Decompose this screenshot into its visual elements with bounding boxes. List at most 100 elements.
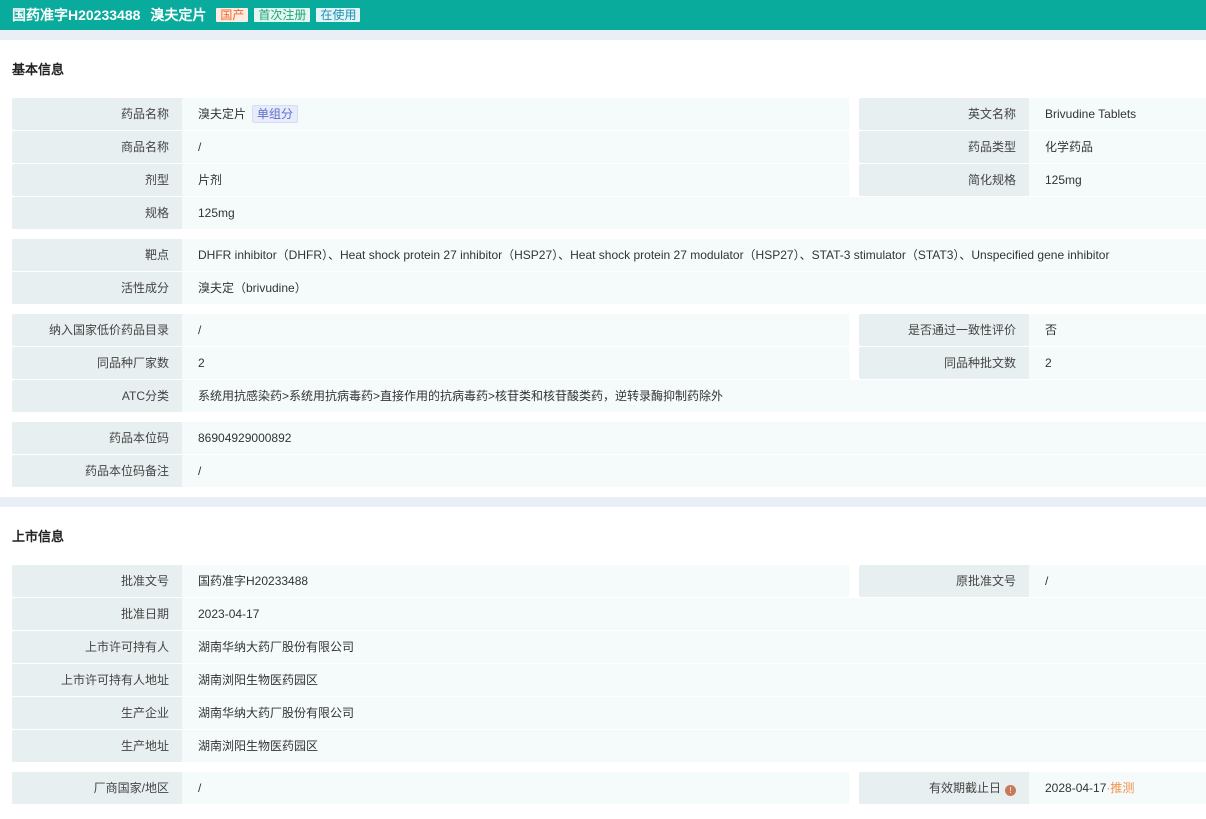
field-value: / [182,131,849,163]
section-separator [0,497,1206,507]
field-label: 同品种批文数 [859,347,1029,379]
field-label: 商品名称 [12,131,182,163]
field-value-text: / [198,781,202,795]
field-value: 湖南浏阳生物医药园区 [182,730,1206,762]
field-value: 125mg [182,197,1206,229]
estimated-note: ·推测 [1106,781,1135,795]
field-value: 湖南浏阳生物医药园区 [182,664,1206,696]
field-row: 厂商国家/地区 / 有效期截止日! 2028-04-17·推测 [12,772,1206,804]
field-value-text: 86904929000892 [198,431,292,445]
status-tag: 国产 [216,8,249,22]
field-row: 生产地址 湖南浏阳生物医药园区 [12,730,1206,762]
field-row: 纳入国家低价药品目录 / 是否通过一致性评价 否 [12,314,1206,346]
section-title: 上市信息 [12,529,65,544]
field-group: 批准文号 国药准字H20233488 原批准文号 / 批准日期 2023-04-17 上市许… [12,565,1206,762]
field-row: 药品本位码 86904929000892 [12,422,1206,454]
field-value: 化学药品 [1029,131,1206,163]
field-value-text: 湖南浏阳生物医药园区 [198,673,319,687]
field-label-text: 原批准文号 [955,574,1016,588]
field-value: 片剂 [182,164,849,196]
field-row: 批准文号 国药准字H20233488 原批准文号 / [12,565,1206,597]
field-value-text: 125mg [1045,173,1082,187]
field-row: 药品本位码备注 / [12,455,1206,487]
field-label-text: 同品种批文数 [943,356,1016,370]
field-value-text: 片剂 [198,173,223,187]
field-row: 上市许可持有人 湖南华纳大药厂股份有限公司 [12,631,1206,663]
field-label: 原批准文号 [859,565,1029,597]
field-value-text: 溴夫定片 [198,107,247,121]
field-value-text: 125mg [198,206,235,220]
field-value: 湖南华纳大药厂股份有限公司 [182,697,1206,729]
field-label: 药品本位码 [12,422,182,454]
field-group: 纳入国家低价药品目录 / 是否通过一致性评价 否同品种厂家数 2 同品种批文数 2 ATC分类… [12,314,1206,412]
field-label: 同品种厂家数 [12,347,182,379]
field-value: / [182,455,1206,487]
field-value: 溴夫定（brivudine） [182,272,1206,304]
field-row: 规格 125mg [12,197,1206,229]
field-label-text: 有效期截止日 [928,781,1001,795]
field-value-text: 国药准字H20233488 [198,574,309,588]
field-row: 商品名称 / 药品类型 化学药品 [12,131,1206,163]
section-1: 上市信息批准文号 国药准字H20233488 原批准文号 / 批准日期 2023-04-1… [0,507,1206,804]
section-title: 基本信息 [12,62,65,77]
composition-badge: 单组分 [252,105,299,123]
field-label: 纳入国家低价药品目录 [12,314,182,346]
field-label: 生产企业 [12,697,182,729]
field-value: 2028-04-17·推测 [1029,772,1206,804]
field-label: 上市许可持有人地址 [12,664,182,696]
field-label: 批准文号 [12,565,182,597]
field-value-text: / [1045,574,1049,588]
field-value: 86904929000892 [182,422,1206,454]
field-label: 药品名称 [12,98,182,130]
field-label: 剂型 [12,164,182,196]
field-value-text: 2 [1045,356,1052,370]
field-label: 活性成分 [12,272,182,304]
field-label: 靶点 [12,239,182,271]
field-label-text: 简化规格 [967,173,1016,187]
drug-name-title: 溴夫定片 [150,7,207,23]
field-label-text: 英文名称 [967,107,1016,121]
field-label: 药品类型 [859,131,1029,163]
field-row: 同品种厂家数 2 同品种批文数 2 [12,347,1206,379]
field-label: 是否通过一致性评价 [859,314,1029,346]
field-value: / [182,314,849,346]
field-value-text: 2023-04-17 [198,607,260,621]
status-tag: 在使用 [316,8,361,22]
field-group: 靶点 DHFR inhibitor（DHFR）、Heat shock protei… [12,239,1206,304]
field-value: 125mg [1029,164,1206,196]
info-icon[interactable]: ! [1005,785,1016,796]
field-value-text: 2028-04-17 [1045,781,1107,795]
field-label: 生产地址 [12,730,182,762]
field-value: 否 [1029,314,1206,346]
field-row: ATC分类 系统用抗感染药>系统用抗病毒药>直接作用的抗病毒药>核苷类和核苷酸类药… [12,380,1206,412]
field-value-text: 化学药品 [1045,140,1094,154]
field-label: 有效期截止日! [859,772,1029,804]
approval-number-title: 国药准字H20233488 [12,7,141,23]
field-row: 批准日期 2023-04-17 [12,598,1206,630]
field-row: 靶点 DHFR inhibitor（DHFR）、Heat shock protei… [12,239,1206,271]
field-row: 药品名称 溴夫定片 单组分 英文名称 Brivudine Tablets [12,98,1206,130]
field-row: 活性成分 溴夫定（brivudine） [12,272,1206,304]
field-label-text: 是否通过一致性评价 [907,323,1016,337]
field-group: 厂商国家/地区 / 有效期截止日! 2028-04-17·推测 [12,772,1206,804]
field-value-text: / [198,464,202,478]
field-label-text: 药品类型 [967,140,1016,154]
field-group: 药品名称 溴夫定片 单组分 英文名称 Brivudine Tablets 商品名称 / 药品类… [12,98,1206,229]
field-value-text: 湖南浏阳生物医药园区 [198,739,319,753]
field-value-text: / [198,323,202,337]
field-value-text: 溴夫定（brivudine） [198,281,307,295]
field-value: / [182,772,849,804]
field-value-text: 湖南华纳大药厂股份有限公司 [198,706,355,720]
status-tag: 首次注册 [254,8,311,22]
field-row: 生产企业 湖南华纳大药厂股份有限公司 [12,697,1206,729]
field-value: 系统用抗感染药>系统用抗病毒药>直接作用的抗病毒药>核苷类和核苷酸类药，逆转录酶… [182,380,1206,412]
field-label: 规格 [12,197,182,229]
field-value-text: 2 [198,356,205,370]
field-value: DHFR inhibitor（DHFR）、Heat shock protein … [182,239,1206,271]
field-row: 剂型 片剂 简化规格 125mg [12,164,1206,196]
field-value-text: / [198,140,202,154]
field-value: 湖南华纳大药厂股份有限公司 [182,631,1206,663]
field-value: 国药准字H20233488 [182,565,849,597]
field-label: ATC分类 [12,380,182,412]
field-label: 上市许可持有人 [12,631,182,663]
